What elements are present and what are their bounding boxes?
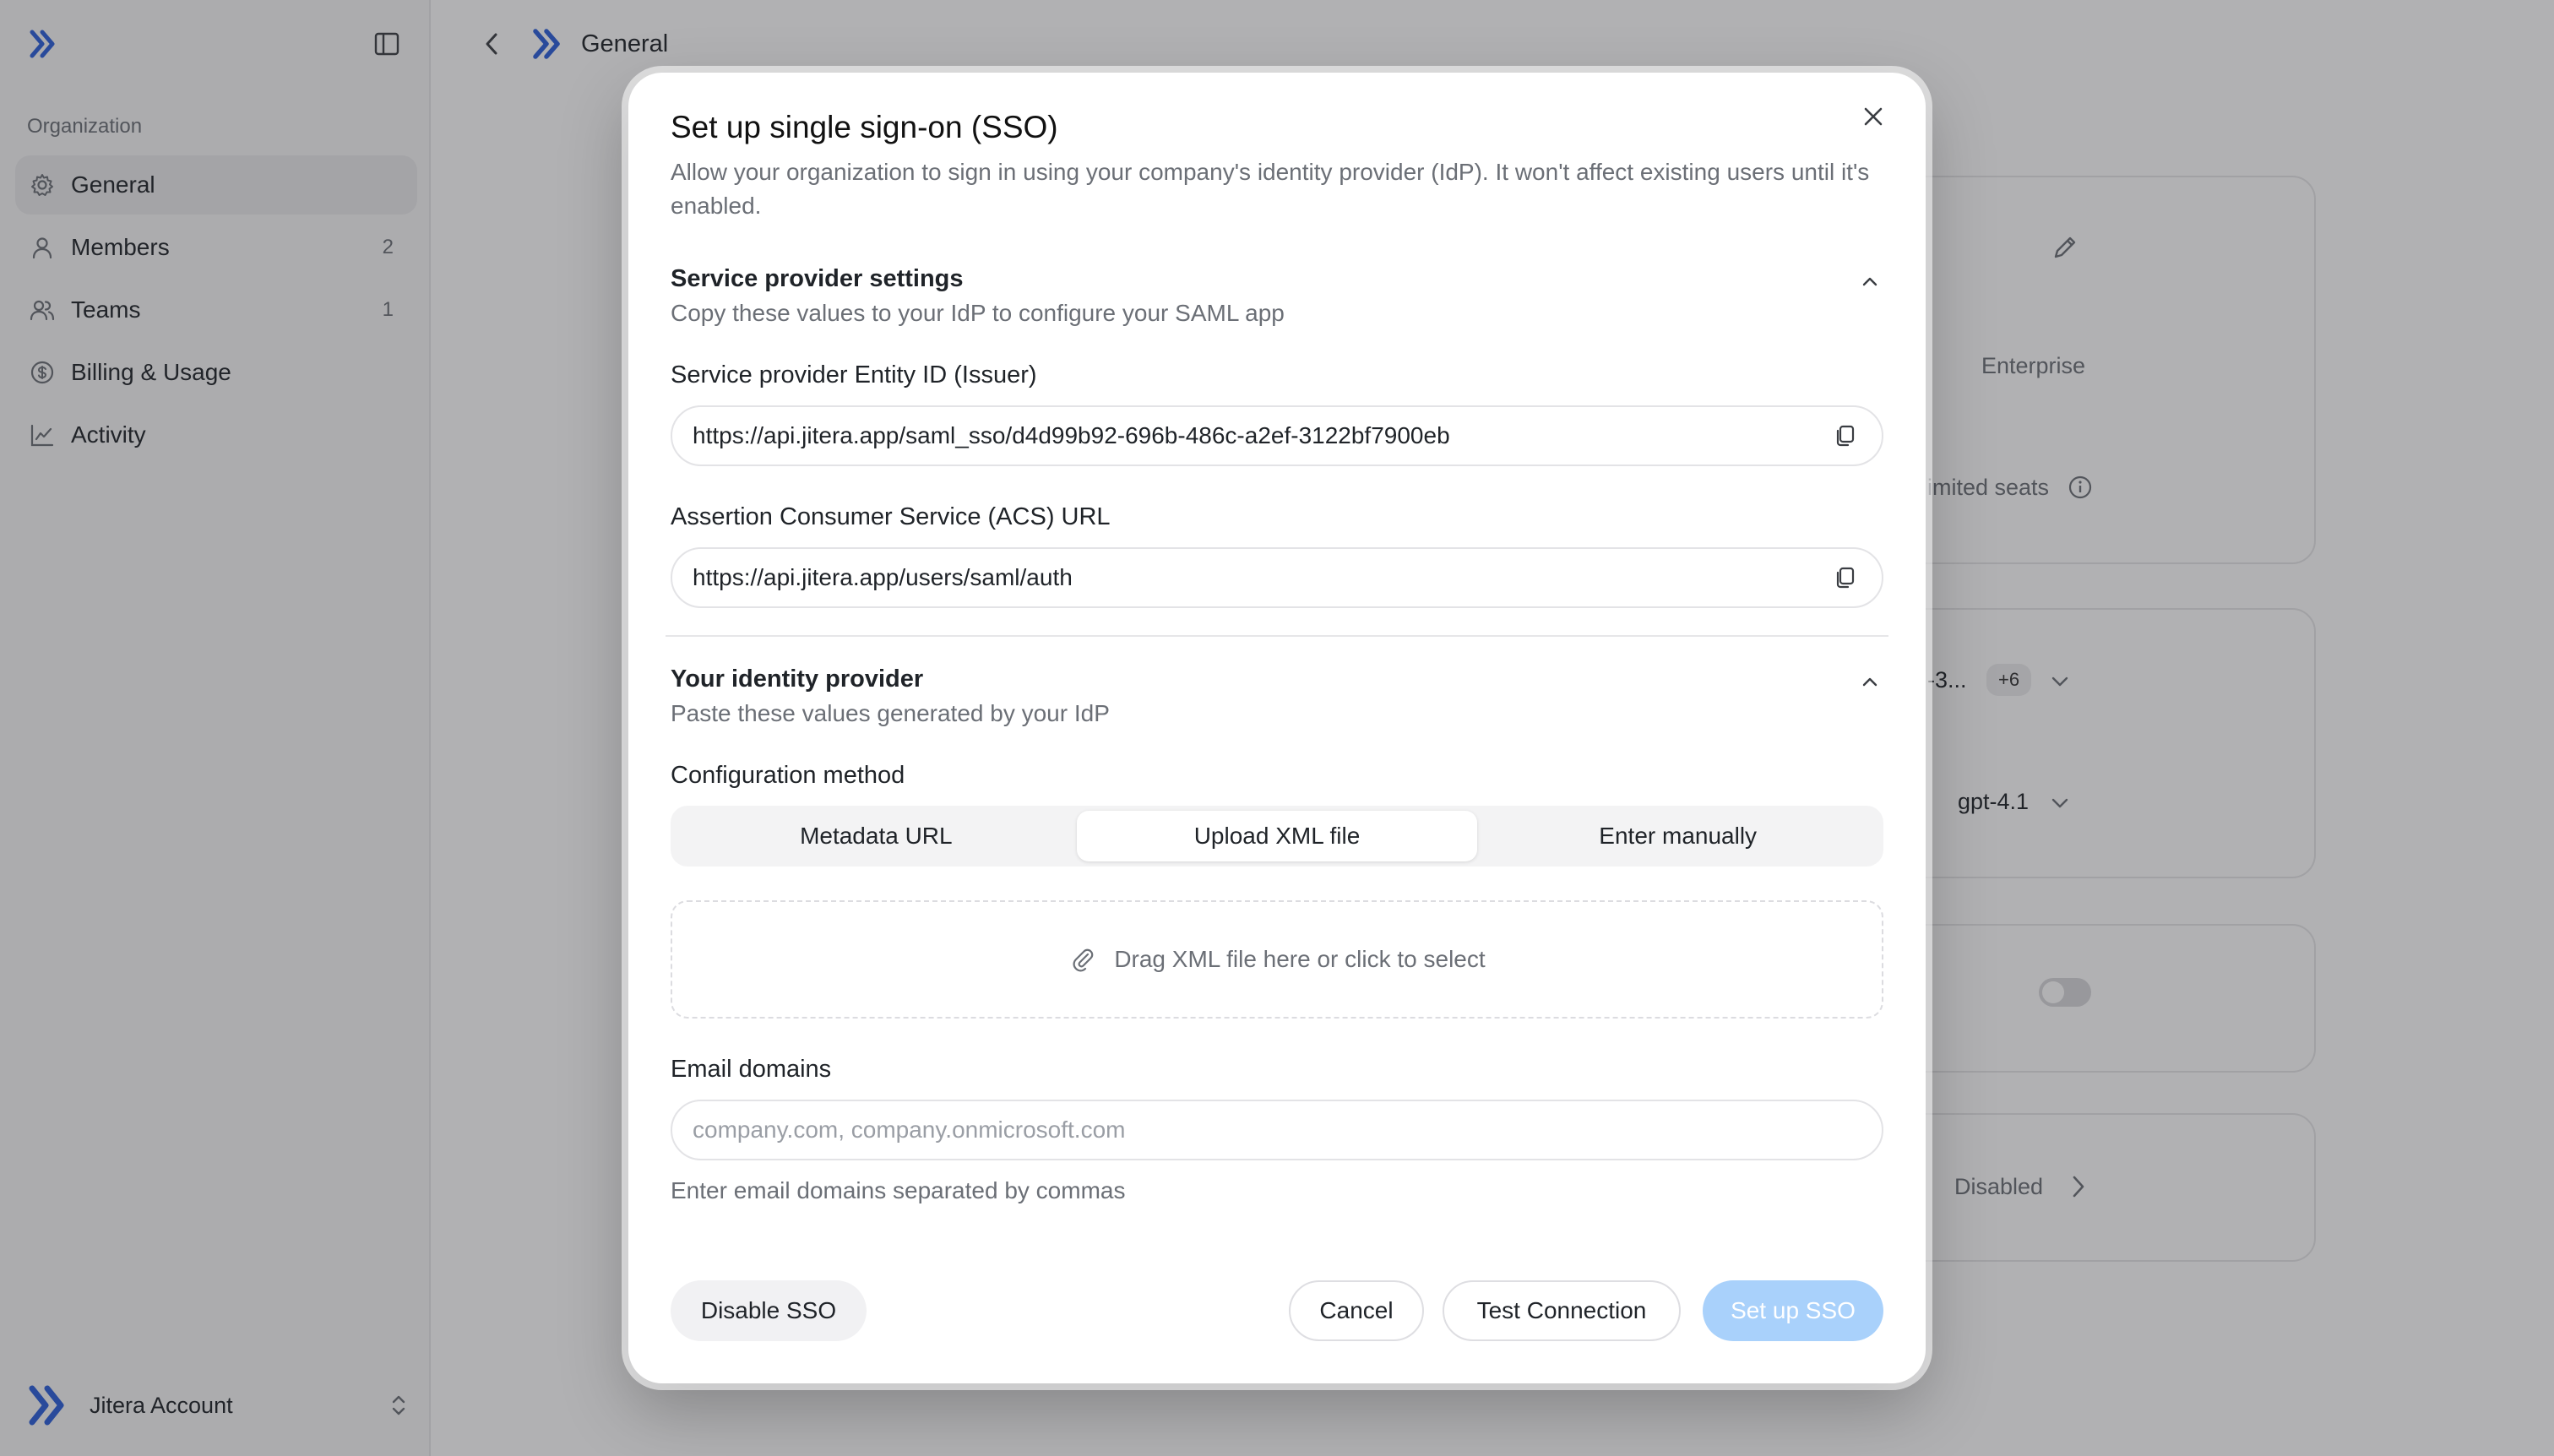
entity-id-label: Service provider Entity ID (Issuer) bbox=[671, 361, 1037, 388]
cancel-button[interactable]: Cancel bbox=[1289, 1280, 1424, 1341]
copy-icon[interactable] bbox=[1828, 561, 1861, 595]
xml-dropzone[interactable]: Drag XML file here or click to select bbox=[671, 900, 1883, 1019]
acs-url-value[interactable]: https://api.jitera.app/users/saml/auth bbox=[693, 564, 1828, 591]
idp-section-title: Your identity provider bbox=[671, 666, 924, 693]
section-divider bbox=[666, 635, 1888, 637]
email-domains-input[interactable] bbox=[671, 1100, 1883, 1160]
copy-icon[interactable] bbox=[1828, 419, 1861, 453]
close-button[interactable] bbox=[1853, 96, 1894, 137]
setup-sso-button[interactable]: Set up SSO bbox=[1703, 1280, 1883, 1341]
tab-enter-manually[interactable]: Enter manually bbox=[1477, 811, 1878, 861]
acs-url-field[interactable]: https://api.jitera.app/users/saml/auth bbox=[671, 547, 1883, 608]
email-domains-hint: Enter email domains separated by commas bbox=[671, 1177, 1126, 1203]
tab-upload-xml[interactable]: Upload XML file bbox=[1076, 811, 1478, 861]
close-icon bbox=[1864, 107, 1883, 126]
chevron-up-icon[interactable] bbox=[1856, 269, 1883, 296]
dropzone-text: Drag XML file here or click to select bbox=[1114, 946, 1486, 972]
chevron-up-icon[interactable] bbox=[1856, 669, 1883, 696]
acs-url-label: Assertion Consumer Service (ACS) URL bbox=[671, 503, 1111, 530]
entity-id-value[interactable]: https://api.jitera.app/saml_sso/d4d99b92… bbox=[693, 422, 1828, 449]
disable-sso-button[interactable]: Disable SSO bbox=[671, 1280, 867, 1341]
entity-id-field[interactable]: https://api.jitera.app/saml_sso/d4d99b92… bbox=[671, 405, 1883, 466]
idp-section-header[interactable]: Your identity provider Paste these value… bbox=[671, 666, 1883, 727]
email-domains-label: Email domains bbox=[671, 1056, 832, 1083]
sso-setup-dialog: Set up single sign-on (SSO) Allow your o… bbox=[628, 73, 1926, 1383]
sp-section-title: Service provider settings bbox=[671, 265, 964, 292]
paperclip-icon bbox=[1068, 945, 1097, 974]
sp-section-subtitle: Copy these values to your IdP to configu… bbox=[671, 300, 1285, 326]
config-method-tabs: Metadata URL Upload XML file Enter manua… bbox=[671, 806, 1883, 867]
tab-metadata-url[interactable]: Metadata URL bbox=[676, 811, 1077, 861]
dialog-title: Set up single sign-on (SSO) bbox=[671, 110, 1058, 144]
sp-section-header[interactable]: Service provider settings Copy these val… bbox=[671, 265, 1883, 327]
test-connection-button[interactable]: Test Connection bbox=[1443, 1280, 1681, 1341]
idp-section-subtitle: Paste these values generated by your IdP bbox=[671, 700, 1110, 726]
dialog-description: Allow your organization to sign in using… bbox=[671, 159, 1870, 219]
config-method-label: Configuration method bbox=[671, 762, 905, 789]
